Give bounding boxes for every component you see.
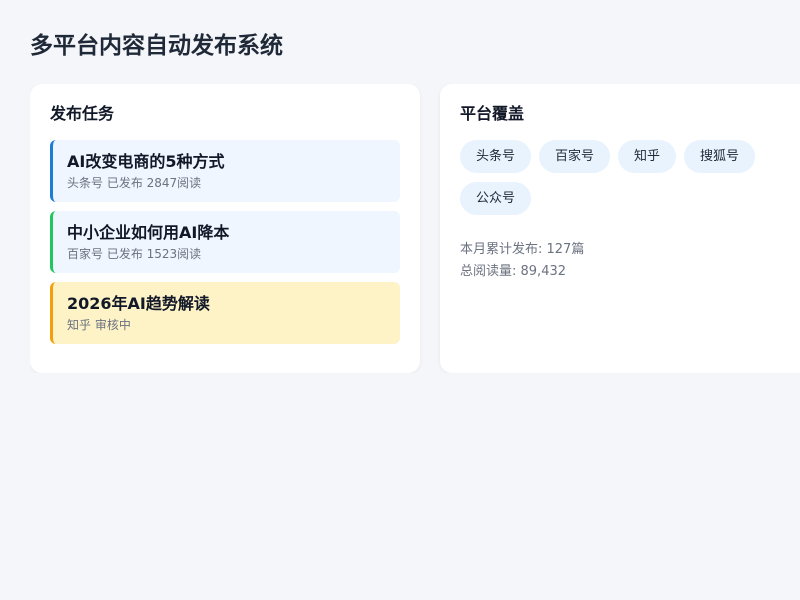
platform-tag-wechat[interactable]: 公众号	[460, 182, 532, 215]
task-title: 2026年AI趋势解读	[67, 294, 210, 313]
monthly-publish-label: 本月累计发布:	[460, 242, 547, 257]
platform-tags: 头条号 百家号 知乎 搜狐号 公众号	[460, 140, 790, 215]
task-meta: 知乎 审核中	[67, 318, 131, 332]
platform-tag-zhihu[interactable]: 知乎	[618, 140, 677, 173]
platform-coverage-title: 平台覆盖	[460, 104, 525, 123]
task-title: 中小企业如何用AI降本	[67, 223, 230, 242]
total-reads-label: 总阅读量:	[460, 264, 521, 279]
task-list: AI改变电商的5种方式 头条号 已发布 2847阅读 中小企业如何用AI降本 百…	[50, 140, 400, 344]
page: 多平台内容自动发布系统 发布任务 AI改变电商的5种方式 头条号 已发布 284…	[0, 0, 800, 600]
total-reads-stat: 总阅读量: 89,432	[460, 261, 800, 283]
platform-tag-toutiao[interactable]: 头条号	[460, 140, 532, 173]
platform-stats: 本月累计发布: 127篇 总阅读量: 89,432	[460, 239, 800, 283]
monthly-publish-value: 127篇	[546, 242, 585, 257]
task-item[interactable]: 中小企业如何用AI降本 百家号 已发布 1523阅读	[50, 211, 400, 273]
cards-row: 发布任务 AI改变电商的5种方式 头条号 已发布 2847阅读 中小企业如何用A…	[30, 84, 800, 373]
task-meta: 百家号 已发布 1523阅读	[67, 247, 202, 261]
platform-tag-sohu[interactable]: 搜狐号	[684, 140, 756, 173]
publish-tasks-title: 发布任务	[50, 104, 115, 123]
publish-tasks-card: 发布任务 AI改变电商的5种方式 头条号 已发布 2847阅读 中小企业如何用A…	[30, 84, 420, 373]
task-item[interactable]: 2026年AI趋势解读 知乎 审核中	[50, 282, 400, 344]
task-title: AI改变电商的5种方式	[67, 152, 225, 171]
monthly-publish-stat: 本月累计发布: 127篇	[460, 239, 800, 261]
platform-coverage-card: 平台覆盖 头条号 百家号 知乎 搜狐号 公众号 本月累计发布: 127篇 总阅读…	[440, 84, 800, 373]
total-reads-value: 89,432	[520, 264, 567, 279]
task-item[interactable]: AI改变电商的5种方式 头条号 已发布 2847阅读	[50, 140, 400, 202]
platform-tag-baijiahao[interactable]: 百家号	[539, 140, 611, 173]
task-meta: 头条号 已发布 2847阅读	[67, 176, 202, 190]
page-title: 多平台内容自动发布系统	[30, 33, 283, 59]
